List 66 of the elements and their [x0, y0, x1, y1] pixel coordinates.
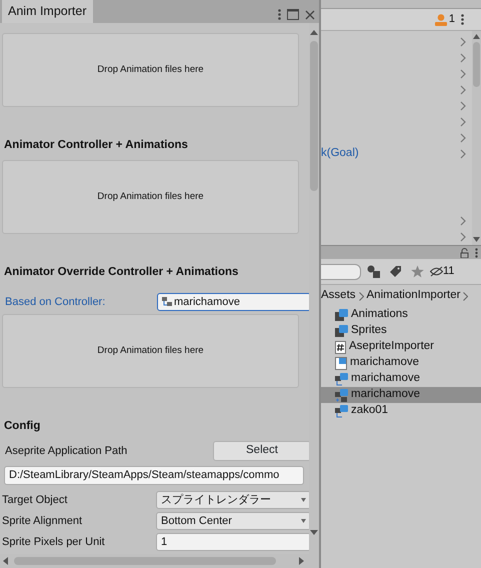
asset-item[interactable]: Animations [321, 307, 481, 323]
section-heading: Animator Controller + Animations [4, 138, 189, 153]
asset-item[interactable]: marichamove [321, 355, 481, 371]
scrollbar-thumb[interactable] [473, 42, 480, 87]
more-options-icon[interactable] [278, 9, 281, 20]
tag-icon[interactable] [389, 265, 402, 278]
close-icon[interactable] [305, 10, 315, 20]
scroll-down-icon[interactable] [310, 530, 318, 536]
drop-zone[interactable]: Drop Animation files here [2, 160, 299, 234]
hash-file-icon [335, 340, 346, 354]
breadcrumb-item[interactable]: AnimationImporter [366, 287, 460, 305]
dropdown[interactable]: Bottom Center [156, 512, 309, 530]
breadcrumb-item[interactable]: Assets [321, 287, 356, 305]
field-label: Aseprite Application Path [5, 444, 128, 459]
person-icon[interactable] [434, 14, 447, 26]
controller-icon [335, 372, 348, 386]
folder-icon [335, 325, 348, 337]
drop-zone-label: Drop Animation files here [97, 344, 204, 358]
field-label: Sprite Pixels per Unit [2, 534, 106, 550]
dropdown[interactable]: スプライトレンダラー [156, 491, 309, 509]
scroll-down-icon[interactable] [473, 237, 480, 242]
star-icon[interactable] [411, 265, 424, 278]
chevron-icon [463, 292, 468, 300]
field-label: Based on Controller: [5, 294, 106, 310]
hierarchy-item[interactable]: k(Goal) [321, 145, 359, 163]
asset-item[interactable]: marichamove [321, 371, 481, 387]
layer-count: 1 [448, 12, 455, 28]
scroll-up-icon[interactable] [310, 29, 318, 35]
scroll-left-icon[interactable] [3, 557, 8, 565]
scrollbar-thumb[interactable] [310, 41, 318, 191]
field-label: Sprite Alignment [2, 514, 84, 529]
controller-icon [162, 297, 172, 307]
field-label: Target Object [2, 492, 68, 508]
drop-zone-label: Drop Animation files here [97, 190, 204, 204]
asset-item[interactable]: zako01 [321, 403, 481, 419]
scrollbar-thumb[interactable] [14, 557, 276, 565]
caret-icon [301, 519, 306, 523]
input-field[interactable]: 1 [156, 533, 309, 551]
window-tab[interactable]: Anim Importer [2, 0, 92, 23]
chevron-icon [358, 292, 364, 300]
maximize-icon[interactable] [287, 9, 299, 20]
hidden-count: 11 [443, 264, 454, 280]
asset-item[interactable]: AsepriteImporter [321, 339, 481, 355]
search-field[interactable] [321, 264, 361, 280]
section-heading: Config [4, 418, 42, 434]
object-field[interactable]: marichamove [157, 293, 309, 311]
animation-file-icon [335, 356, 347, 370]
controller-icon [335, 404, 348, 418]
controller-icon [335, 388, 348, 402]
more-options-icon[interactable] [461, 14, 464, 25]
drop-zone[interactable]: Drop Animation files here [2, 33, 299, 107]
scroll-up-icon[interactable] [473, 34, 480, 39]
lock-icon[interactable] [460, 248, 469, 258]
shapes-icon[interactable] [367, 265, 380, 278]
more-options-icon[interactable] [475, 248, 478, 258]
asset-item[interactable]: marichamove [321, 387, 481, 403]
caret-icon [301, 498, 306, 502]
asset-item[interactable]: Sprites [321, 323, 481, 339]
hidden-eye-icon[interactable] [430, 266, 443, 277]
scroll-right-icon[interactable] [299, 557, 304, 565]
folder-icon [335, 309, 348, 321]
drop-zone[interactable]: Drop Animation files here [2, 314, 299, 388]
path-field[interactable]: D:/SteamLibrary/SteamApps/Steam/steamapps/commo [4, 466, 304, 485]
section-heading: Animator Override Controller + Animations [4, 264, 240, 280]
drop-zone-label: Drop Animation files here [97, 62, 204, 77]
select-button[interactable]: Select [213, 441, 309, 461]
